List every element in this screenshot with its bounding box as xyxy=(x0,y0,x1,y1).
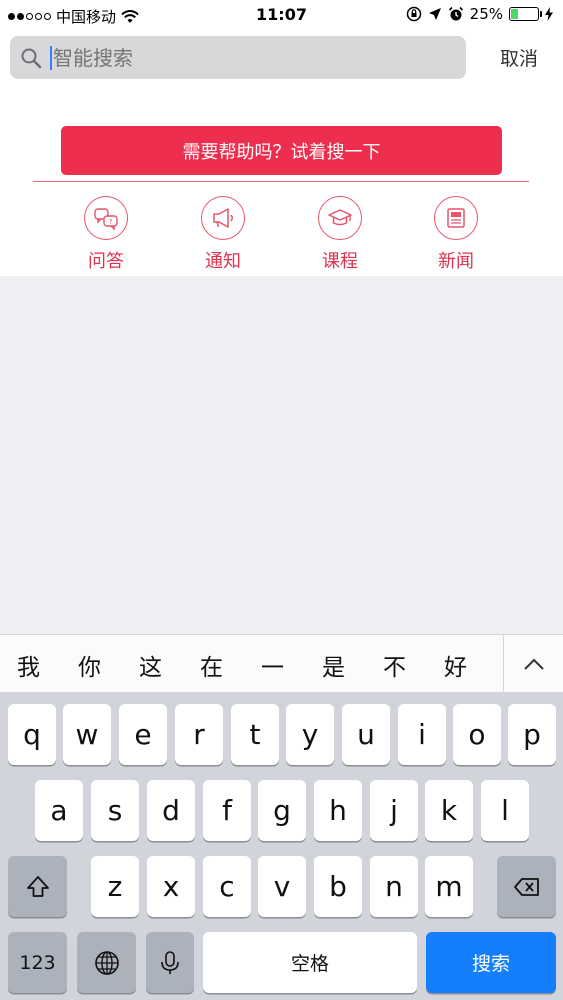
battery-percent: 25% xyxy=(469,5,503,23)
candidate-word[interactable]: 好 xyxy=(444,648,467,682)
cancel-button[interactable]: 取消 xyxy=(486,44,552,71)
megaphone-icon xyxy=(201,196,245,240)
chat-bubbles-icon: ? xyxy=(84,196,128,240)
alarm-clock-icon xyxy=(448,6,463,21)
battery-level xyxy=(511,9,518,19)
search-help-button[interactable]: 需要帮助吗？试着搜一下 xyxy=(61,126,502,175)
category-label: 问答 xyxy=(88,251,124,272)
search-key[interactable]: 搜索 xyxy=(426,932,556,993)
key-c[interactable]: c xyxy=(203,856,251,917)
search-results-area xyxy=(0,276,563,634)
key-l[interactable]: l xyxy=(481,780,529,841)
search-icon xyxy=(21,48,42,68)
key-h[interactable]: h xyxy=(314,780,362,841)
candidate-word[interactable]: 是 xyxy=(322,648,345,682)
key-s[interactable]: s xyxy=(91,780,139,841)
key-e[interactable]: e xyxy=(119,704,167,765)
key-p[interactable]: p xyxy=(508,704,556,765)
location-arrow-icon xyxy=(428,8,441,20)
battery-icon xyxy=(509,7,542,21)
key-t[interactable]: t xyxy=(231,704,279,765)
key-g[interactable]: g xyxy=(258,780,306,841)
key-u[interactable]: u xyxy=(342,704,390,765)
category-news[interactable]: 新闻 xyxy=(416,192,496,273)
chevron-up-icon xyxy=(523,658,544,670)
candidate-word[interactable]: 一 xyxy=(261,648,284,682)
globe-key[interactable] xyxy=(77,932,136,993)
text-cursor xyxy=(50,45,52,70)
key-m[interactable]: m xyxy=(425,856,473,917)
category-qa[interactable]: ? 问答 xyxy=(66,192,146,273)
dictation-key[interactable] xyxy=(146,932,194,993)
svg-text:?: ? xyxy=(109,218,113,226)
status-right: 25% xyxy=(406,5,553,23)
backspace-icon xyxy=(513,877,539,896)
category-label: 通知 xyxy=(205,251,241,272)
category-notice[interactable]: 通知 xyxy=(183,192,263,273)
globe-icon xyxy=(94,950,119,975)
category-shortcuts: ? 问答 通知 课程 新闻 xyxy=(0,192,563,276)
key-y[interactable]: y xyxy=(286,704,334,765)
numbers-key[interactable]: 123 xyxy=(8,932,67,993)
key-x[interactable]: x xyxy=(147,856,195,917)
space-key[interactable]: 空格 xyxy=(203,932,417,993)
candidate-word[interactable]: 在 xyxy=(200,648,223,682)
charging-bolt-icon xyxy=(545,7,553,21)
rotation-lock-icon xyxy=(406,6,421,22)
status-bar: 中国移动 11:07 25% xyxy=(0,0,563,30)
key-i[interactable]: i xyxy=(398,704,446,765)
key-f[interactable]: f xyxy=(203,780,251,841)
key-j[interactable]: j xyxy=(370,780,418,841)
key-k[interactable]: k xyxy=(425,780,473,841)
key-n[interactable]: n xyxy=(370,856,418,917)
category-label: 新闻 xyxy=(438,251,474,272)
shift-key[interactable] xyxy=(8,856,67,917)
divider xyxy=(33,181,529,182)
key-o[interactable]: o xyxy=(453,704,501,765)
key-w[interactable]: w xyxy=(63,704,111,765)
key-b[interactable]: b xyxy=(314,856,362,917)
key-v[interactable]: v xyxy=(258,856,306,917)
category-course[interactable]: 课程 xyxy=(300,192,380,273)
candidate-word[interactable]: 你 xyxy=(78,648,101,682)
newspaper-icon xyxy=(434,196,478,240)
candidate-word[interactable]: 我 xyxy=(17,648,40,682)
category-label: 课程 xyxy=(322,251,358,272)
delete-key[interactable] xyxy=(497,856,556,917)
candidate-word[interactable]: 不 xyxy=(383,648,406,682)
search-bar[interactable] xyxy=(10,36,466,79)
keyboard: q w e r t y u i o p a s d f g h j k l z … xyxy=(0,692,563,1000)
key-d[interactable]: d xyxy=(147,780,195,841)
microphone-icon xyxy=(161,950,179,974)
key-a[interactable]: a xyxy=(35,780,83,841)
key-q[interactable]: q xyxy=(8,704,56,765)
ime-candidate-bar: 我 你 这 在 一 是 不 好 xyxy=(0,634,563,693)
key-z[interactable]: z xyxy=(91,856,139,917)
key-r[interactable]: r xyxy=(175,704,223,765)
expand-candidates-button[interactable] xyxy=(503,635,563,693)
shift-arrow-icon xyxy=(26,875,49,897)
candidate-word[interactable]: 这 xyxy=(139,648,162,682)
graduation-cap-icon xyxy=(318,196,362,240)
search-input[interactable] xyxy=(53,45,433,70)
